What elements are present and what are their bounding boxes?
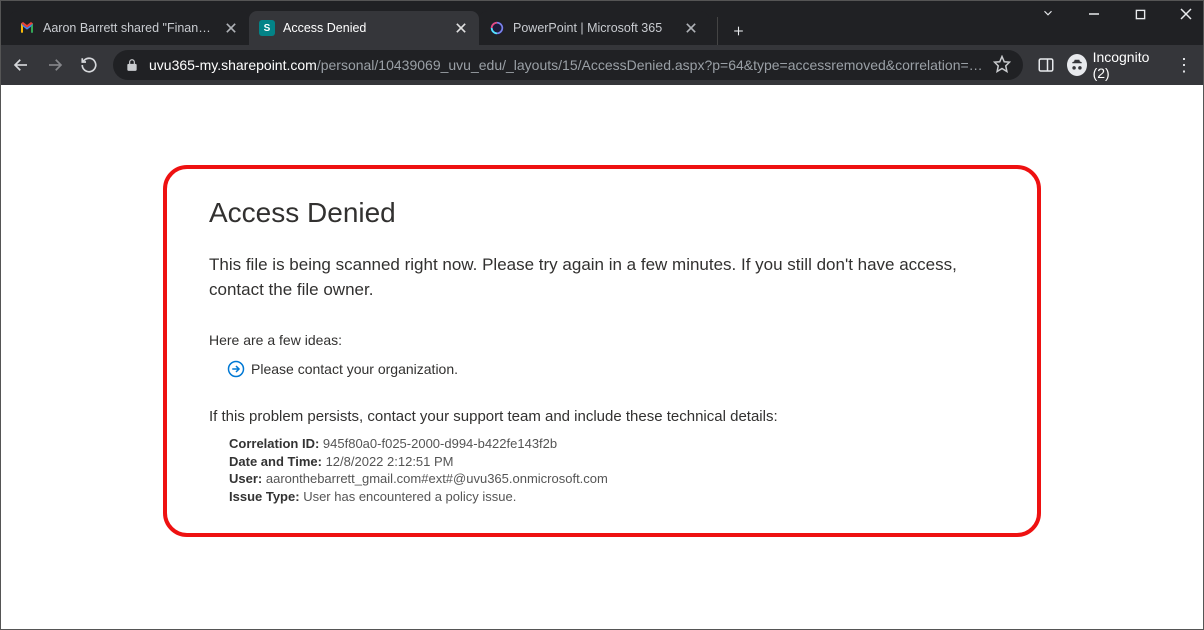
incognito-label: Incognito (2)	[1093, 49, 1163, 81]
side-panel-icon[interactable]	[1037, 56, 1055, 74]
window-controls	[1036, 6, 1198, 23]
kebab-menu-icon[interactable]: ⋮	[1175, 55, 1193, 76]
forward-icon	[45, 55, 65, 75]
browser-chrome: Aaron Barrett shared "Finance an S Acces…	[1, 1, 1203, 85]
page-title: Access Denied	[209, 197, 995, 229]
close-window-icon[interactable]	[1174, 7, 1198, 23]
tab-access-denied[interactable]: S Access Denied	[249, 11, 479, 45]
idea-suggestion: Please contact your organization.	[227, 360, 995, 378]
arrow-circle-right-icon	[227, 360, 245, 378]
idea-text: Please contact your organization.	[251, 361, 458, 377]
chevron-down-icon[interactable]	[1036, 6, 1060, 23]
incognito-icon	[1067, 54, 1087, 76]
tab-gmail-share[interactable]: Aaron Barrett shared "Finance an	[9, 11, 249, 45]
close-tab-icon[interactable]	[223, 20, 239, 36]
gmail-icon	[19, 20, 35, 36]
nav-buttons	[11, 55, 99, 75]
ideas-heading: Here are a few ideas:	[209, 332, 995, 348]
tabstrip: Aaron Barrett shared "Finance an S Acces…	[1, 9, 1203, 45]
incognito-badge[interactable]: Incognito (2)	[1067, 49, 1163, 81]
maximize-icon[interactable]	[1128, 7, 1152, 23]
browser-toolbar: uvu365-my.sharepoint.com/personal/104390…	[1, 45, 1203, 85]
tab-title: Access Denied	[283, 21, 445, 35]
new-tab-button[interactable]	[717, 17, 745, 45]
office365-icon	[489, 20, 505, 36]
sharepoint-icon: S	[259, 20, 275, 36]
minimize-icon[interactable]	[1082, 7, 1106, 23]
persist-message: If this problem persists, contact your s…	[209, 408, 995, 425]
access-denied-panel: Access Denied This file is being scanned…	[163, 165, 1041, 537]
tab-powerpoint[interactable]: PowerPoint | Microsoft 365	[479, 11, 709, 45]
lock-icon	[125, 58, 139, 72]
close-tab-icon[interactable]	[683, 20, 699, 36]
tab-title: Aaron Barrett shared "Finance an	[43, 21, 215, 35]
technical-details: Correlation ID: 945f80a0-f025-2000-d994-…	[229, 435, 995, 505]
error-message: This file is being scanned right now. Pl…	[209, 253, 995, 302]
url-text: uvu365-my.sharepoint.com/personal/104390…	[149, 57, 983, 73]
close-tab-icon[interactable]	[453, 20, 469, 36]
back-icon[interactable]	[11, 55, 31, 75]
reload-icon[interactable]	[79, 55, 99, 75]
bookmark-star-icon[interactable]	[993, 55, 1011, 76]
page-content: Access Denied This file is being scanned…	[1, 85, 1203, 537]
tab-title: PowerPoint | Microsoft 365	[513, 21, 675, 35]
address-bar[interactable]: uvu365-my.sharepoint.com/personal/104390…	[113, 50, 1023, 80]
